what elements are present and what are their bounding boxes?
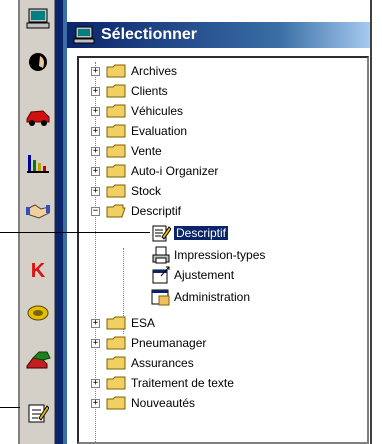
folder-icon — [106, 336, 126, 350]
tree-item-traitement-de-texte[interactable]: + Traitement de texte — [91, 374, 234, 392]
tree-item-label: Pneumanager — [131, 336, 207, 350]
notepad-pencil-icon — [152, 225, 171, 242]
tree-item-descriptif[interactable]: Descriptif — [151, 224, 230, 242]
tree-item-label: Stock — [131, 184, 162, 198]
tree-item-label: Véhicules — [131, 104, 184, 118]
app-frame: K Sélectionner + Archives + Clients + Vé… — [0, 0, 382, 444]
tree-item-stock[interactable]: + Stock — [91, 182, 161, 200]
tree-item-administration[interactable]: Administration — [151, 288, 250, 306]
open-folder-icon — [106, 204, 126, 218]
folder-icon — [106, 396, 126, 410]
computer-icon — [73, 26, 95, 44]
tree-item-impression-types[interactable]: Impression-types — [151, 246, 265, 264]
handshake-icon[interactable] — [23, 196, 53, 226]
selection-panel: Sélectionner + Archives + Clients + Véhi… — [67, 0, 372, 444]
person-head-icon[interactable] — [23, 48, 53, 78]
tree-item-assurances[interactable]: Assurances — [91, 354, 194, 372]
folder-icon — [106, 64, 126, 78]
tree-item-label: Auto-i Organizer — [131, 164, 219, 178]
splitter-bar[interactable] — [55, 0, 63, 444]
expand-toggle[interactable]: + — [91, 106, 100, 116]
folder-icon — [106, 316, 126, 330]
expand-toggle[interactable]: + — [91, 398, 100, 408]
tree-item-label: Impression-types — [174, 248, 266, 262]
tree-item-label: Vente — [131, 144, 162, 158]
tree-item-esa[interactable]: + ESA — [91, 314, 155, 332]
tree-item-label: Descriptif — [131, 204, 182, 218]
expand-toggle[interactable]: + — [91, 378, 100, 388]
tree-item-label: Descriptif — [172, 225, 230, 241]
tree-item-label: Traitement de texte — [131, 376, 234, 390]
expand-toggle[interactable]: + — [91, 186, 100, 196]
tree-item-label: Ajustement — [174, 268, 235, 282]
folder-icon — [106, 104, 126, 118]
k-logo-icon[interactable]: K — [23, 256, 53, 286]
tree-item-auto-i-organizer[interactable]: + Auto-i Organizer — [91, 162, 218, 180]
folder-icon — [106, 376, 126, 390]
callout-line-descriptif — [0, 232, 150, 233]
expand-spacer — [91, 359, 100, 368]
tree-item-evaluation[interactable]: + Evaluation — [91, 122, 187, 140]
folder-icon — [106, 356, 126, 370]
car-red-icon[interactable] — [23, 102, 53, 132]
expand-toggle[interactable]: + — [91, 338, 100, 348]
folder-icon — [106, 84, 126, 98]
tree-item-label: Clients — [131, 84, 168, 98]
left-toolbar: K — [18, 0, 55, 444]
callout-line-toolbar — [0, 407, 20, 408]
panel-title: Sélectionner — [101, 26, 198, 43]
collapse-toggle[interactable]: − — [91, 206, 100, 216]
folder-icon — [106, 144, 126, 158]
expand-toggle[interactable]: + — [91, 66, 100, 76]
tree-item-label: Administration — [174, 290, 251, 304]
tree-view[interactable]: + Archives + Clients + Véhicules + Evalu… — [77, 56, 369, 444]
tree-item-clients[interactable]: + Clients — [91, 82, 168, 100]
folder-icon — [106, 124, 126, 138]
tree-item-label: Evaluation — [131, 124, 188, 138]
expand-toggle[interactable]: + — [91, 318, 100, 328]
expand-toggle[interactable]: + — [91, 146, 100, 156]
tree-item-descriptif-folder[interactable]: − Descriptif — [91, 202, 181, 220]
tree-item-label: Assurances — [131, 356, 194, 370]
bar-chart-icon[interactable] — [23, 148, 53, 178]
tree-item-vehicules[interactable]: + Véhicules — [91, 102, 183, 120]
tree-item-label: ESA — [131, 316, 156, 330]
panel-titlebar: Sélectionner — [67, 22, 370, 48]
expand-toggle[interactable]: + — [91, 166, 100, 176]
folder-icon — [106, 184, 126, 198]
tree-item-archives[interactable]: + Archives — [91, 62, 177, 80]
notepad-pencil-icon[interactable] — [23, 398, 53, 428]
expand-toggle[interactable]: + — [91, 126, 100, 136]
tree-item-label: Archives — [131, 64, 178, 78]
tree-item-label: Nouveautés — [131, 396, 196, 410]
adjust-icon — [152, 266, 170, 284]
tire-icon[interactable] — [23, 298, 53, 328]
tree-item-ajustement[interactable]: Ajustement — [151, 266, 234, 284]
cars-icon[interactable] — [23, 346, 53, 376]
computer-icon[interactable] — [23, 4, 53, 34]
tree-item-nouveautes[interactable]: + Nouveautés — [91, 394, 195, 412]
admin-window-icon — [151, 289, 170, 306]
expand-toggle[interactable]: + — [91, 86, 100, 96]
tree-item-vente[interactable]: + Vente — [91, 142, 162, 160]
folder-icon — [106, 164, 126, 178]
tree-item-pneumanager[interactable]: + Pneumanager — [91, 334, 206, 352]
printer-doc-icon — [152, 246, 170, 264]
